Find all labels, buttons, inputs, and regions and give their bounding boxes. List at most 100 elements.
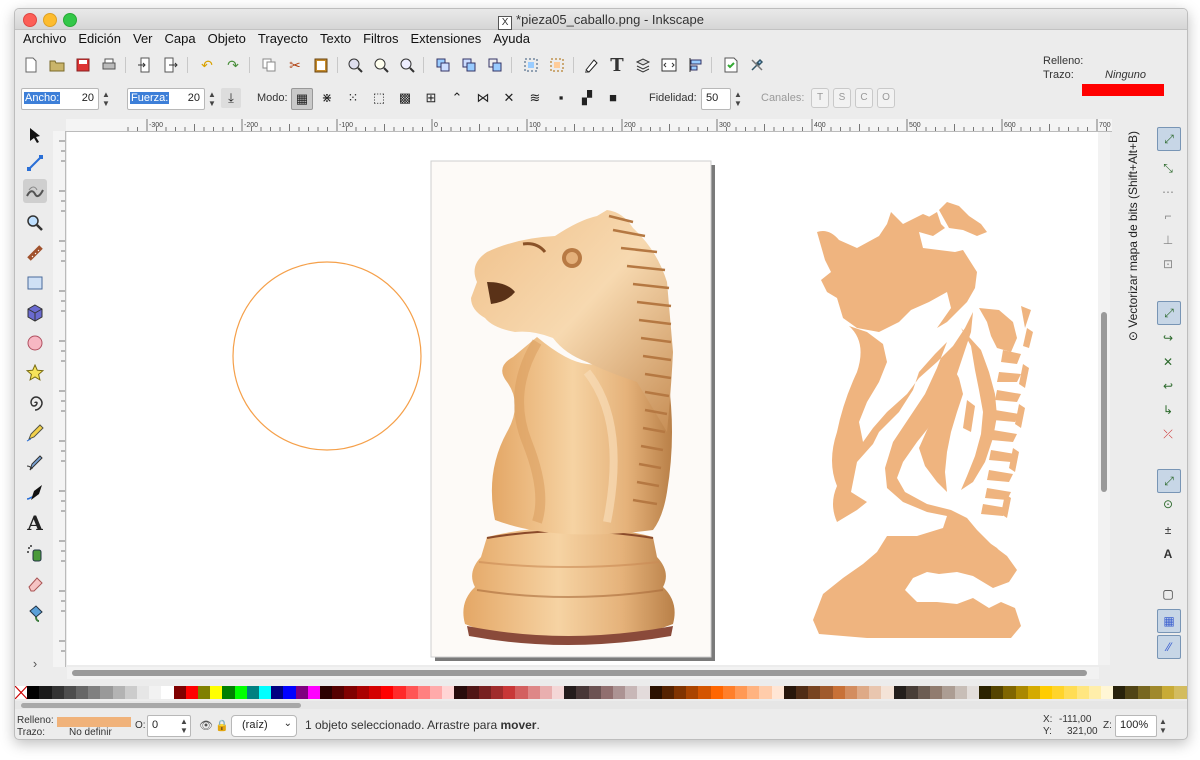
group-icon[interactable]: [521, 55, 541, 75]
align-distribute-icon[interactable]: [685, 55, 705, 75]
selector-tool-icon[interactable]: [23, 123, 47, 147]
text-font-icon[interactable]: T: [607, 55, 627, 76]
palette-swatch[interactable]: [661, 686, 674, 699]
status-fill-swatch[interactable]: [57, 717, 131, 727]
palette-swatch[interactable]: [600, 686, 613, 699]
palette-swatch[interactable]: [283, 686, 296, 699]
palette-swatch[interactable]: [734, 686, 748, 699]
palette-swatch[interactable]: [51, 686, 64, 699]
zoom-page-icon[interactable]: [397, 55, 417, 75]
orange-circle[interactable]: [232, 261, 422, 451]
ungroup-icon[interactable]: [547, 55, 567, 75]
palette-swatch[interactable]: [771, 686, 784, 699]
zoom-field[interactable]: 100% ▲ ▼: [1115, 715, 1167, 737]
fidelity-spinner[interactable]: ▲ ▼: [732, 90, 744, 108]
palette-swatch[interactable]: [930, 686, 943, 699]
open-folder-icon[interactable]: [47, 55, 67, 75]
palette-swatch[interactable]: [88, 686, 101, 699]
width-field[interactable]: Ancho: 20 ▲ ▼: [21, 88, 110, 110]
palette-swatch[interactable]: [185, 686, 199, 699]
trace-bitmap-dock-title[interactable]: ⊙ Vectorizar mapa de bits (Shift+Alt+B): [1126, 131, 1140, 341]
force-spinner[interactable]: ▲ ▼: [206, 90, 218, 108]
palette-swatch[interactable]: [1113, 686, 1126, 699]
palette-swatch[interactable]: [673, 686, 687, 699]
palette-swatch[interactable]: [686, 686, 699, 699]
cut-icon[interactable]: ✂: [285, 55, 305, 75]
palette-swatch[interactable]: [844, 686, 858, 699]
palette-swatch[interactable]: [381, 686, 394, 699]
document-properties-icon[interactable]: [721, 55, 741, 75]
palette-swatch[interactable]: [429, 686, 443, 699]
paint-bucket-tool-icon[interactable]: [23, 601, 47, 625]
import-icon[interactable]: [135, 55, 155, 75]
palette-swatch[interactable]: [1015, 686, 1028, 699]
palette-swatch[interactable]: [1052, 686, 1065, 699]
opacity-spinner[interactable]: ▲ ▼: [179, 717, 189, 735]
palette-swatch[interactable]: [198, 686, 211, 699]
snap-bbox-icon[interactable]: ⤡: [1157, 157, 1179, 179]
xml-editor-icon[interactable]: [659, 55, 679, 75]
snap-smooth-icon[interactable]: ↳: [1157, 399, 1179, 421]
palette-swatch[interactable]: [991, 686, 1004, 699]
drawing-canvas[interactable]: [67, 132, 1099, 665]
zoom-drawing-icon[interactable]: [371, 55, 391, 75]
menu-objeto[interactable]: Objeto: [202, 29, 252, 49]
menu-trayecto[interactable]: Trayecto: [252, 29, 314, 49]
lock-icon[interactable]: 🔒: [215, 719, 229, 732]
channel-t-button[interactable]: T: [811, 88, 829, 108]
width-spinner[interactable]: ▲ ▼: [100, 90, 112, 108]
palette-swatch[interactable]: [490, 686, 504, 699]
palette-swatch[interactable]: [722, 686, 735, 699]
palette-swatch[interactable]: [820, 686, 833, 699]
fidelity-field[interactable]: 50 ▲ ▼: [701, 88, 742, 110]
star-tool-icon[interactable]: [23, 361, 47, 385]
horizontal-scrollbar[interactable]: [67, 667, 1099, 679]
mode-jitter-icon[interactable]: ⁙: [343, 88, 363, 108]
channel-s-button[interactable]: S: [833, 88, 851, 108]
new-document-icon[interactable]: [21, 55, 41, 75]
palette-swatch[interactable]: [747, 686, 760, 699]
palette-scrollbar[interactable]: [15, 701, 1187, 709]
snap-bbox-edges-icon[interactable]: ⋯: [1157, 181, 1179, 203]
palette-swatch[interactable]: [1040, 686, 1053, 699]
palette-swatch[interactable]: [893, 686, 906, 699]
horizontal-scroll-thumb[interactable]: [72, 670, 1087, 676]
mode-attract-icon[interactable]: ✕: [499, 88, 519, 108]
menu-capa[interactable]: Capa: [159, 29, 202, 49]
palette-swatch[interactable]: [137, 686, 150, 699]
clone-icon[interactable]: [459, 55, 479, 75]
channel-o-button[interactable]: O: [877, 88, 895, 108]
force-field[interactable]: Fuerza: 20 ▲ ▼: [127, 88, 216, 110]
undo-icon[interactable]: ↶: [197, 55, 217, 75]
palette-swatch[interactable]: [979, 686, 992, 699]
palette-swatch[interactable]: [1174, 686, 1187, 699]
palette-swatch[interactable]: [1088, 686, 1102, 699]
palette-swatch[interactable]: [246, 686, 260, 699]
pressure-toggle-icon[interactable]: ⤓: [221, 88, 241, 108]
palette-swatch[interactable]: [405, 686, 418, 699]
tweak-tool-icon[interactable]: [23, 179, 47, 203]
palette-swatch[interactable]: [173, 686, 186, 699]
copy-icon[interactable]: [259, 55, 279, 75]
palette-swatch[interactable]: [344, 686, 357, 699]
save-icon[interactable]: [73, 55, 93, 75]
palette-swatch[interactable]: [442, 686, 455, 699]
palette-swatch[interactable]: [320, 686, 333, 699]
palette-swatch[interactable]: [234, 686, 247, 699]
palette-swatch[interactable]: [515, 686, 528, 699]
menu-archivo[interactable]: Archivo: [15, 29, 72, 49]
mode-rotate-icon[interactable]: ▩: [395, 88, 415, 108]
mode-paint-icon[interactable]: ▪: [551, 88, 571, 108]
fill-stroke-icon[interactable]: [581, 55, 601, 75]
palette-swatch[interactable]: [63, 686, 77, 699]
spray-tool-icon[interactable]: [23, 541, 47, 565]
mode-jitter-color-icon[interactable]: ▞: [577, 88, 597, 108]
menu-filtros[interactable]: Filtros: [357, 29, 404, 49]
mode-duplicate-icon[interactable]: ⊞: [421, 88, 441, 108]
menu-ayuda[interactable]: Ayuda: [487, 29, 536, 49]
eraser-tool-icon[interactable]: [23, 571, 47, 595]
duplicate-icon[interactable]: [433, 55, 453, 75]
palette-swatch[interactable]: [539, 686, 552, 699]
snap-intersections-icon[interactable]: ✕: [1157, 351, 1179, 373]
preferences-icon[interactable]: [747, 55, 767, 75]
